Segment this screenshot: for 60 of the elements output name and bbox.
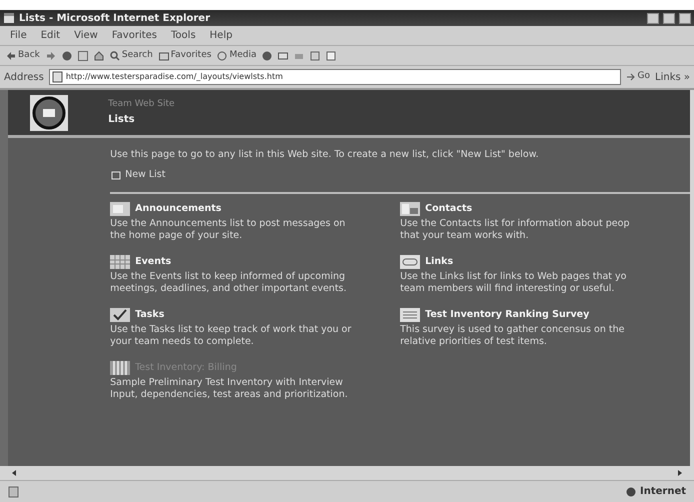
list-description: Use the Announcements list to post messages on the home page of your site. <box>110 218 346 241</box>
menu-item[interactable]: Edit <box>40 28 60 43</box>
list-description: Sample Preliminary Test Inventory with Interview Input, dependencies, test areas and prioritization. <box>110 377 349 400</box>
home-icon[interactable] <box>94 50 104 60</box>
menu-item[interactable]: Favorites <box>112 28 158 43</box>
folder-icon <box>158 50 169 60</box>
search-icon <box>110 50 120 60</box>
list-link[interactable]: Announcements <box>135 202 222 216</box>
favorites-button[interactable]: Favorites <box>158 48 212 62</box>
calendar-icon <box>110 255 130 270</box>
address-label: Address <box>4 70 44 84</box>
list-description: Use the Links list for links to Web pages that yo team members will find interesting or useful. <box>400 271 628 294</box>
list-description: This survey is used to gather concensus on the relative priorities of test items. <box>400 324 626 347</box>
menu-item[interactable]: Tools <box>171 28 196 43</box>
checkmark-icon <box>110 308 130 322</box>
globe-icon <box>626 486 636 496</box>
back-button[interactable]: Back <box>6 48 40 62</box>
list-link[interactable]: Tasks <box>135 308 164 322</box>
media-icon <box>217 50 228 60</box>
forward-icon[interactable] <box>46 50 56 60</box>
intro-text: Use this page to go to any list in this Web site. To create a new list, click "New List" below. <box>109 148 540 162</box>
refresh-icon[interactable] <box>78 50 88 60</box>
page-icon <box>52 71 63 83</box>
maximize-button[interactable] <box>663 12 675 24</box>
window-title: Lists - Microsoft Internet Explorer <box>19 12 210 26</box>
go-button[interactable]: Go <box>626 70 650 84</box>
search-button[interactable]: Search <box>110 48 153 62</box>
media-button[interactable]: Media <box>217 48 256 62</box>
menu-item[interactable]: View <box>74 28 98 43</box>
new-item-icon <box>110 170 122 181</box>
page-status-icon <box>8 486 19 498</box>
list-icon <box>110 361 130 376</box>
list-link[interactable]: Contacts <box>425 202 472 216</box>
zone-label: Internet <box>640 485 686 499</box>
contacts-icon <box>400 202 420 216</box>
browser-icon <box>3 12 15 24</box>
list-description: Use the Tasks list to keep track of work that you or your team needs to complete. <box>110 324 352 347</box>
list-link[interactable]: Test Inventory Ranking Survey <box>425 308 590 322</box>
scroll-right-icon[interactable] <box>676 469 684 477</box>
links-button[interactable]: Links » <box>655 70 690 84</box>
arrow-left-icon <box>6 50 16 60</box>
menu-item[interactable]: File <box>10 28 27 43</box>
scroll-left-icon[interactable] <box>10 469 18 477</box>
link-icon <box>400 255 420 270</box>
page-title: Lists <box>108 112 136 127</box>
site-title[interactable]: Team Web Site <box>108 98 175 112</box>
close-button[interactable] <box>679 12 691 24</box>
list-description: Use the Contacts list for information about peop that your team works with. <box>400 218 630 241</box>
list-description: Use the Events list to keep informed of upcoming meetings, deadlines, and other important events. <box>110 271 348 294</box>
new-list-link[interactable]: New List <box>110 168 166 182</box>
list-link[interactable]: Events <box>135 254 172 270</box>
minimize-button[interactable] <box>647 12 659 24</box>
mail-icon[interactable] <box>278 50 288 60</box>
address-field[interactable]: http://www.testersparadise.com/_layouts/viewlsts.htm <box>48 69 621 85</box>
menu-item[interactable]: Help <box>210 28 232 43</box>
list-link[interactable]: Links <box>425 254 454 270</box>
arrow-right-icon <box>626 72 636 82</box>
announcement-icon <box>110 202 130 216</box>
logo-icon <box>30 94 68 130</box>
survey-icon <box>400 308 420 322</box>
